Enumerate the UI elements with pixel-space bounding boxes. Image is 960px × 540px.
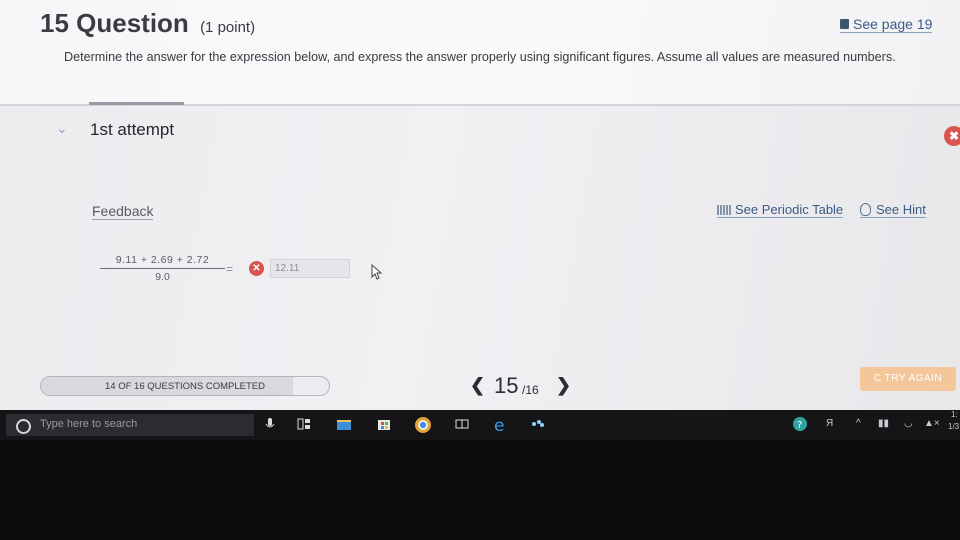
svg-text:e: e bbox=[494, 416, 504, 434]
question-header: 15 Question (1 point) See page 19 Determ… bbox=[0, 0, 960, 106]
question-number-title: 15 Question bbox=[40, 8, 189, 38]
svg-text:?: ? bbox=[797, 420, 802, 431]
next-question-button[interactable]: ❯ bbox=[556, 375, 571, 396]
volume-icon[interactable]: ▲× bbox=[924, 418, 940, 429]
periodic-table-label: See Periodic Table bbox=[735, 202, 844, 217]
mouse-cursor-icon bbox=[371, 264, 383, 280]
edge-browser-icon[interactable]: e bbox=[492, 416, 508, 436]
feedback-link[interactable]: Feedback bbox=[92, 203, 154, 220]
show-hidden-icons-chevron-icon[interactable]: ^ bbox=[856, 418, 861, 429]
taskbar-search-placeholder: Type here to search bbox=[40, 418, 138, 430]
window-icon[interactable] bbox=[454, 416, 470, 432]
battery-icon[interactable]: ▮▮ bbox=[878, 418, 889, 429]
lightbulb-icon bbox=[860, 203, 871, 216]
chevron-down-icon[interactable]: ⌄ bbox=[56, 120, 68, 137]
see-page-link[interactable]: See page 19 bbox=[840, 16, 933, 33]
hint-label: See Hint bbox=[876, 202, 926, 217]
current-question-number: 15 bbox=[494, 373, 519, 398]
attempt-tab-indicator bbox=[89, 102, 184, 105]
windows-taskbar: Type here to search e ? Я ^ ▮▮ ◡ ▲× 1: 1… bbox=[0, 410, 960, 440]
question-points: (1 point) bbox=[200, 19, 256, 36]
people-tray-icon[interactable]: Я bbox=[826, 418, 833, 429]
wifi-icon[interactable]: ◡ bbox=[904, 418, 913, 429]
clock-date[interactable]: 1/3 bbox=[948, 422, 959, 431]
question-pager: ❮ 15 /16 ❯ bbox=[470, 373, 580, 401]
browser-page: 15 Question (1 point) See page 19 Determ… bbox=[0, 0, 960, 410]
progress-bar: 14 OF 16 QUESTIONS COMPLETED bbox=[40, 376, 330, 396]
store-icon[interactable] bbox=[376, 416, 392, 432]
see-periodic-table-link[interactable]: See Periodic Table bbox=[717, 202, 844, 218]
error-x-icon: ✕ bbox=[249, 261, 264, 276]
clock-time[interactable]: 1: bbox=[951, 410, 958, 419]
see-page-label: See page 19 bbox=[853, 16, 933, 32]
expression-denominator: 9.0 bbox=[155, 271, 170, 283]
try-again-button[interactable]: C TRY AGAIN bbox=[860, 367, 956, 391]
equals-sign: = bbox=[226, 262, 234, 276]
total-questions: /16 bbox=[522, 383, 539, 397]
task-view-icon[interactable] bbox=[296, 416, 312, 432]
people-icon[interactable] bbox=[530, 416, 546, 432]
see-hint-link[interactable]: See Hint bbox=[860, 202, 926, 218]
question-title: 15 Question (1 point) bbox=[40, 8, 255, 39]
file-explorer-icon[interactable] bbox=[336, 416, 352, 432]
close-icon[interactable]: ✖ bbox=[944, 126, 960, 146]
progress-label: 14 OF 16 QUESTIONS COMPLETED bbox=[105, 381, 265, 392]
answer-input[interactable]: 12.11 bbox=[270, 259, 350, 278]
question-text: Determine the answer for the expression … bbox=[64, 50, 896, 64]
book-icon bbox=[840, 19, 849, 29]
expression-numerator: 9.11 + 2.69 + 2.72 bbox=[115, 254, 210, 266]
periodic-table-icon bbox=[717, 204, 731, 215]
microphone-icon[interactable] bbox=[262, 416, 278, 432]
chrome-icon[interactable] bbox=[414, 416, 431, 433]
previous-question-button[interactable]: ❮ bbox=[470, 375, 485, 396]
search-icon bbox=[16, 419, 31, 434]
attempt-header[interactable]: ⌄ 1st attempt bbox=[56, 120, 956, 144]
expression-fraction: 9.11 + 2.69 + 2.72 9.0 bbox=[100, 254, 225, 283]
help-icon[interactable]: ? bbox=[792, 416, 808, 432]
fraction-bar bbox=[100, 268, 225, 269]
attempt-label: 1st attempt bbox=[90, 120, 175, 139]
taskbar-search-box[interactable]: Type here to search bbox=[6, 414, 254, 436]
